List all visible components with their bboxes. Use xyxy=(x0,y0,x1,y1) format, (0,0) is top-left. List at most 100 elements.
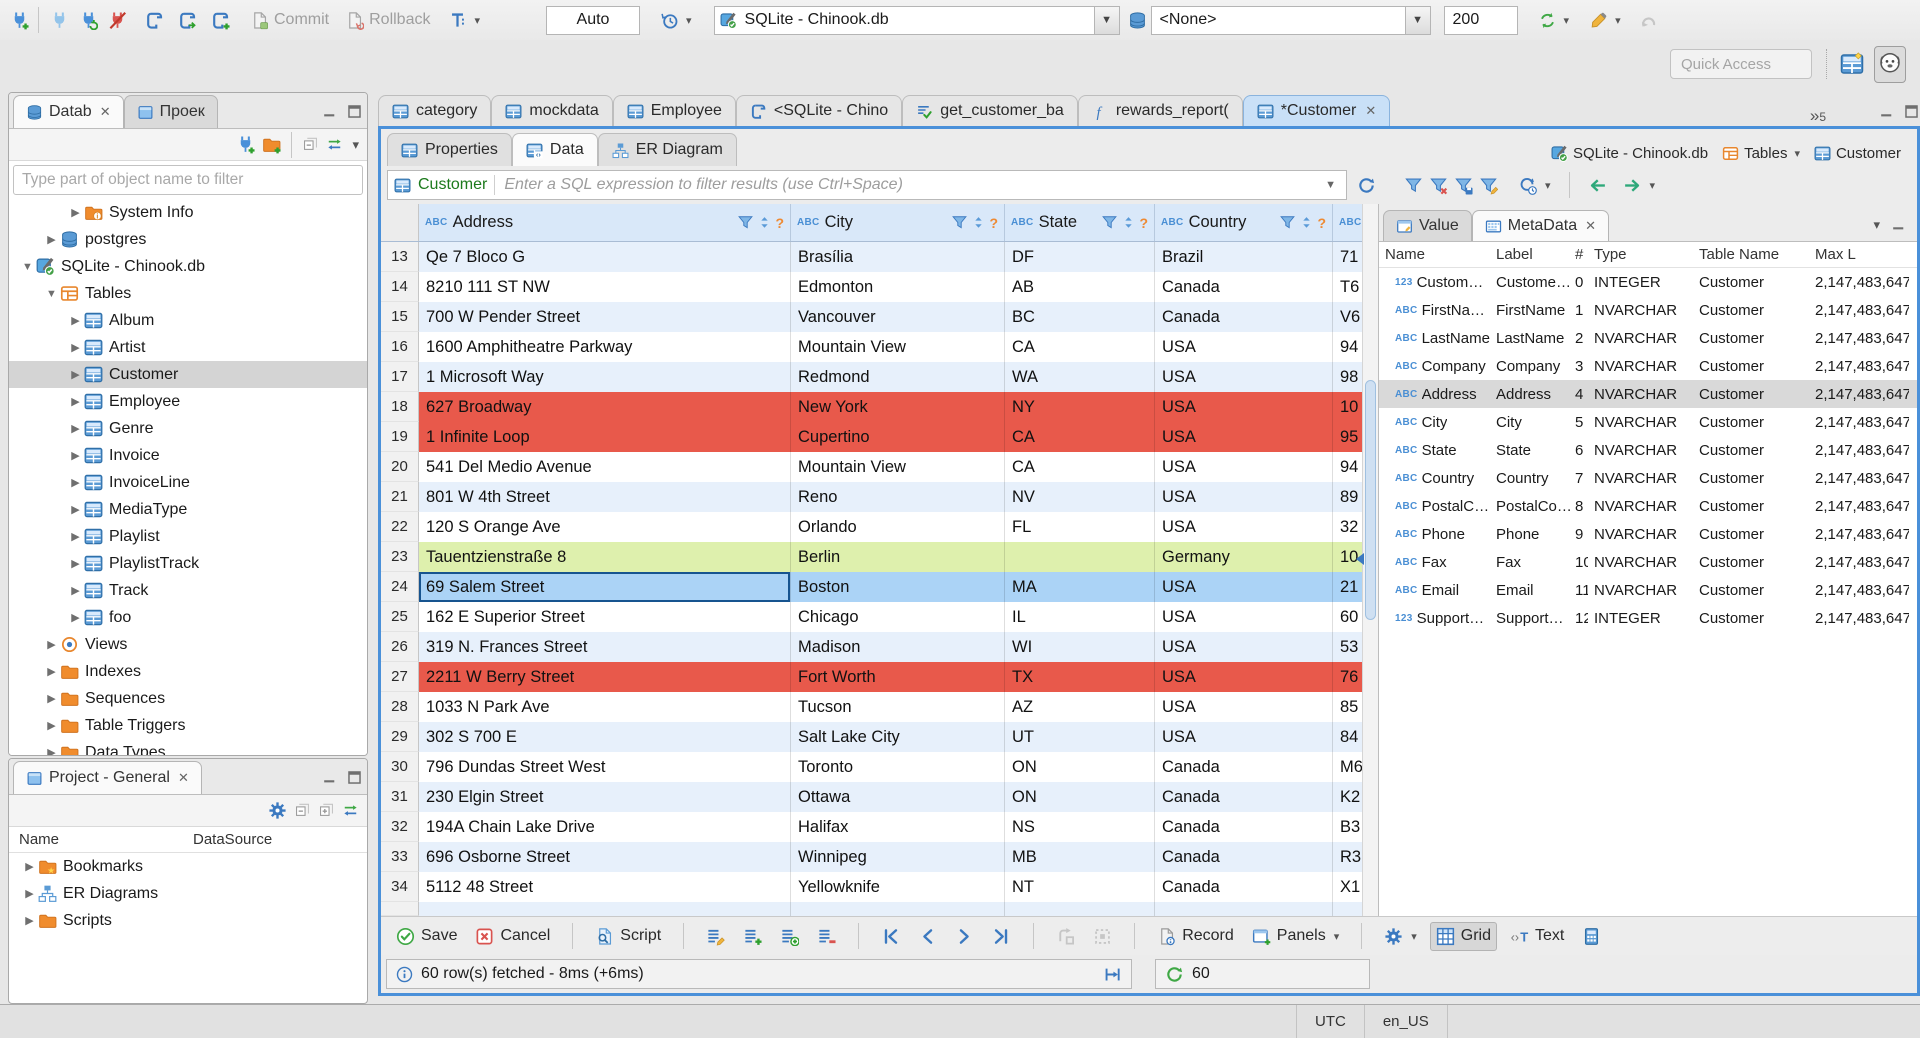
grid-cell[interactable]: 2211 W Berry Street xyxy=(419,662,791,692)
schema-combo[interactable]: <None> ▼ xyxy=(1150,5,1431,35)
grid-cell[interactable] xyxy=(1005,542,1155,572)
metadata-row[interactable]: ABCPostalCodePostalCode8NVARCHARCustomer… xyxy=(1379,492,1917,520)
grid-cell[interactable]: 162 E Superior Street xyxy=(419,602,791,632)
minimize-icon[interactable] xyxy=(1878,103,1895,120)
script-button[interactable]: Script xyxy=(590,923,666,950)
grid-cell[interactable]: Mountain View xyxy=(791,452,1005,482)
tree-item-mediatype[interactable]: ▶ MediaType xyxy=(9,496,367,523)
metadata-row[interactable]: ABC Fax Fax 10 NVARCHAR Customer 2,147,483,647 xyxy=(1379,548,1917,576)
grid-cell[interactable]: Salt Lake City xyxy=(791,722,1005,752)
rollback-button[interactable]: Rollback xyxy=(341,8,434,33)
column-help-icon[interactable]: ? xyxy=(1317,215,1326,231)
grid-cell[interactable]: 120 S Orange Ave xyxy=(419,512,791,542)
grid-cell[interactable]: USA xyxy=(1155,392,1333,422)
grid-cell[interactable]: MB xyxy=(1005,842,1155,872)
grid-cell[interactable]: USA xyxy=(1155,632,1333,662)
row-number[interactable]: 17 xyxy=(381,362,419,392)
project-item-bookmarks[interactable]: ▶ ★ Bookmarks xyxy=(9,853,367,880)
previous-row-button[interactable] xyxy=(913,923,942,950)
record-button[interactable]: Record xyxy=(1152,923,1239,950)
custom-filter-icon[interactable] xyxy=(1479,176,1498,195)
subtab-properties[interactable]: Properties xyxy=(387,133,512,166)
expand-arrow-icon[interactable]: ▶ xyxy=(67,530,84,543)
column-header-state[interactable]: ABC State? xyxy=(1005,204,1155,241)
expand-arrow-icon[interactable]: ▶ xyxy=(67,449,84,462)
tree-item-sequences[interactable]: ▶ Sequences xyxy=(9,685,367,712)
filter-expression-input[interactable] xyxy=(502,175,1315,195)
maximize-icon[interactable] xyxy=(346,103,363,120)
grid-cell[interactable]: Reno xyxy=(791,482,1005,512)
commit-button[interactable]: Commit xyxy=(246,8,333,33)
tab-metadata[interactable]: MetaData ✕ xyxy=(1471,210,1610,241)
connection-combo-arrow[interactable]: ▼ xyxy=(1093,6,1119,34)
grid-vertical-scrollbar[interactable] xyxy=(1356,204,1378,916)
grid-cell[interactable]: USA xyxy=(1155,722,1333,752)
disconnect-icon[interactable] xyxy=(108,11,127,30)
editor-tab-employee[interactable]: Employee xyxy=(612,95,736,126)
column-filter-icon[interactable] xyxy=(737,214,754,231)
new-folder-icon[interactable] xyxy=(262,135,281,154)
metadata-row[interactable]: 123SupportRepIdSupportRepId12INTEGERCust… xyxy=(1379,604,1917,632)
grid-cell[interactable]: 1 Microsoft Way xyxy=(419,362,791,392)
grid-cell[interactable]: Canada xyxy=(1155,842,1333,872)
next-row-button[interactable] xyxy=(950,923,979,950)
grid-cell[interactable]: Yellowknife xyxy=(791,872,1005,902)
grid-cell[interactable]: USA xyxy=(1155,692,1333,722)
expand-arrow-icon[interactable]: ▶ xyxy=(67,422,84,435)
metadata-column-header[interactable]: Label xyxy=(1490,246,1573,263)
column-header-country[interactable]: ABC Country? xyxy=(1155,204,1333,241)
grid-cell[interactable]: 1033 N Park Ave xyxy=(419,692,791,722)
row-number[interactable]: 32 xyxy=(381,812,419,842)
edit-row-button[interactable] xyxy=(701,923,730,950)
column-sort-icon[interactable] xyxy=(1298,214,1315,231)
metadata-row[interactable]: ABC Phone Phone 9 NVARCHAR Customer 2,147,483,… xyxy=(1379,520,1917,548)
metadata-row[interactable]: ABC Email Email 11 NVARCHAR Customer 2,147,483… xyxy=(1379,576,1917,604)
metadata-column-header[interactable]: Type xyxy=(1588,246,1693,263)
new-connection-icon[interactable] xyxy=(236,135,255,154)
row-number[interactable]: 27 xyxy=(381,662,419,692)
tab-value-viewer[interactable]: Value xyxy=(1383,210,1472,241)
expand-arrow-icon[interactable]: ▶ xyxy=(67,206,84,219)
schema-combo-arrow[interactable]: ▼ xyxy=(1404,6,1430,34)
expand-arrow-icon[interactable]: ▶ xyxy=(43,746,60,755)
column-header-datasource[interactable]: DataSource xyxy=(193,831,272,848)
grid-cell[interactable]: USA xyxy=(1155,332,1333,362)
open-sql-console-icon[interactable] xyxy=(178,11,197,30)
grid-cell[interactable]: USA xyxy=(1155,512,1333,542)
grid-cell[interactable]: Canada xyxy=(1155,782,1333,812)
navigator-filter-input[interactable] xyxy=(13,165,363,195)
calc-panel-button[interactable] xyxy=(1577,923,1606,950)
tab-project-general[interactable]: Project - General ✕ xyxy=(13,761,202,794)
expand-arrow-icon[interactable]: ▶ xyxy=(21,887,38,900)
column-help-icon[interactable]: ? xyxy=(1139,215,1148,231)
breadcrumb-tables[interactable]: Tables ▾ xyxy=(1722,145,1800,162)
tree-item-foo[interactable]: ▶ foo xyxy=(9,604,367,631)
grid-cell[interactable]: 230 Elgin Street xyxy=(419,782,791,812)
tree-item-genre[interactable]: ▶ Genre xyxy=(9,415,367,442)
gear-icon[interactable] xyxy=(268,801,287,820)
grid-cell[interactable]: FL xyxy=(1005,512,1155,542)
metadata-row[interactable]: ABC LastName LastName 2 NVARCHAR Customer 2,14… xyxy=(1379,324,1917,352)
breadcrumb-connection[interactable]: SQLite - Chinook.db xyxy=(1551,145,1708,162)
grid-cell[interactable]: Cupertino xyxy=(791,422,1005,452)
metadata-row[interactable]: ABC Country Country 7 NVARCHAR Customer 2,147,… xyxy=(1379,464,1917,492)
save-button[interactable]: Save xyxy=(391,923,462,950)
maximize-icon[interactable] xyxy=(1903,103,1920,120)
column-sort-icon[interactable] xyxy=(756,214,773,231)
grid-cell[interactable]: 319 N. Frances Street xyxy=(419,632,791,662)
grid-cell[interactable]: 541 Del Medio Avenue xyxy=(419,452,791,482)
grid-cell[interactable]: UT xyxy=(1005,722,1155,752)
new-sql-editor-icon[interactable] xyxy=(145,11,164,30)
add-row-button[interactable] xyxy=(738,923,767,950)
filter-history-arrow-icon[interactable]: ▼ xyxy=(1321,179,1340,191)
column-header-name[interactable]: Name xyxy=(9,831,193,848)
metadata-column-header[interactable]: Name xyxy=(1379,246,1490,263)
expand-arrow-icon[interactable]: ▶ xyxy=(21,914,38,927)
expand-arrow-icon[interactable]: ▶ xyxy=(67,395,84,408)
dbeaver-perspective-button[interactable] xyxy=(1874,45,1906,83)
minimize-icon[interactable] xyxy=(1890,216,1907,233)
grid-cell[interactable]: TX xyxy=(1005,662,1155,692)
text-view-button[interactable]: ‹› T Text xyxy=(1505,923,1569,950)
tree-item-table-triggers[interactable]: ▶ Table Triggers xyxy=(9,712,367,739)
grid-cell[interactable]: NY xyxy=(1005,392,1155,422)
